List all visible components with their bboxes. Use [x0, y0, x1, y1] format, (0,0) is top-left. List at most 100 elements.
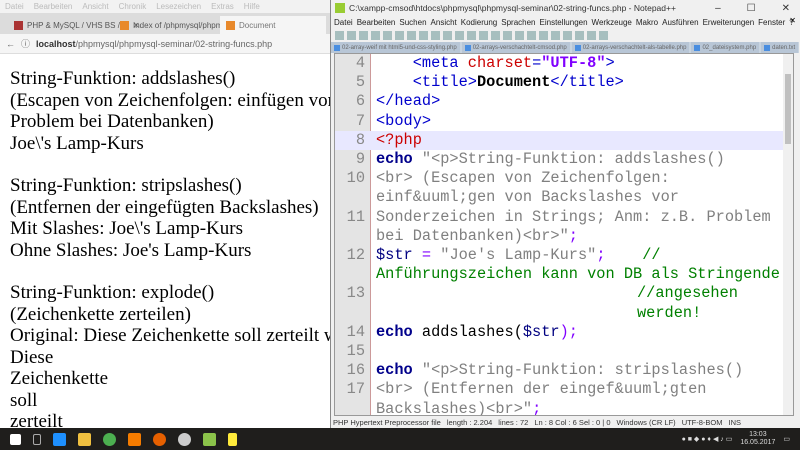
token: //angesehen: [637, 284, 738, 303]
paste-icon[interactable]: [443, 30, 452, 40]
token: <br> (Escapen von Zeichenfolgen:: [376, 169, 670, 188]
close-all-icon[interactable]: [395, 30, 404, 40]
app-icon[interactable]: [178, 432, 191, 446]
minimize-button[interactable]: –: [715, 3, 721, 14]
menu-bearbeiten[interactable]: Bearbeiten: [357, 18, 396, 27]
system-tray: ● ■ ◆ ● ♦ ◀ ♪ ▭ 13:03 16.05.2017 ▭: [682, 431, 800, 447]
doc-tab[interactable]: 02-arrays-verschachtelt-cmsod.php: [461, 42, 570, 53]
sync-icon[interactable]: [527, 30, 536, 40]
redo-icon[interactable]: [467, 30, 476, 40]
xampp-icon[interactable]: [128, 432, 141, 446]
line-number: 9: [355, 150, 365, 168]
play-icon[interactable]: [599, 30, 608, 40]
windows-start-icon[interactable]: [10, 433, 21, 445]
vertical-scrollbar[interactable]: [783, 54, 793, 415]
indent-guide-icon[interactable]: [563, 30, 572, 40]
code-line: 13 //angesehen: [335, 284, 785, 303]
code-line-wrap: Anführungszeichen kann von DB als String…: [335, 265, 785, 284]
token: "<p>String-Funktion: stripslashes(): [412, 361, 744, 380]
info-icon[interactable]: ⓘ: [21, 37, 30, 50]
text-line: Problem bei Datenbanken): [10, 111, 214, 132]
text-line: String-Funktion: stripslashes(): [10, 175, 242, 196]
window-title: C:\xampp-cmsod\htdocs\phpmysql\phpmysql-…: [349, 3, 676, 13]
menu-kodierung[interactable]: Kodierung: [461, 18, 497, 27]
menu-sprachen[interactable]: Sprachen: [501, 18, 535, 27]
zoom-in-icon[interactable]: [503, 30, 512, 40]
code-line: 10 <br> (Escapen von Zeichenfolgen:: [335, 169, 785, 188]
cut-icon[interactable]: [419, 30, 428, 40]
menu-ausfuehren[interactable]: Ausführen: [662, 18, 698, 27]
title-bar: C:\xampp-cmsod\htdocs\phpmysql\phpmysql-…: [331, 0, 800, 16]
undo-icon[interactable]: [455, 30, 464, 40]
doc-tab[interactable]: 02-array-weif mit html5-und-css-styling.…: [331, 42, 460, 53]
code-line: 17 <br> (Entfernen der eingef&uuml;gten: [335, 380, 785, 399]
notepad-plus-plus-icon[interactable]: [203, 432, 216, 446]
menu-ansicht[interactable]: Ansicht: [82, 2, 108, 11]
token: ;: [532, 399, 542, 416]
menu-ansicht[interactable]: Ansicht: [431, 18, 457, 27]
address-bar[interactable]: ← ⓘ localhost/phpmysql/phpmysql-seminar/…: [0, 34, 330, 54]
explorer-icon[interactable]: [78, 432, 91, 446]
url-path: /phpmysql/phpmysql-seminar/02-string-fun…: [75, 38, 273, 49]
menu-chronik[interactable]: Chronik: [119, 2, 147, 11]
clock[interactable]: 13:03 16.05.2017: [740, 431, 775, 447]
record-icon[interactable]: [575, 30, 584, 40]
menu-datei[interactable]: Datei: [5, 2, 24, 11]
open-icon[interactable]: [347, 30, 356, 40]
menu-extras[interactable]: Extras: [211, 2, 234, 11]
help-icon[interactable]: [228, 432, 237, 446]
close-button[interactable]: ✕: [782, 3, 790, 14]
edge-icon[interactable]: [53, 432, 66, 446]
menu-werkzeuge[interactable]: Werkzeuge: [592, 18, 632, 27]
new-icon[interactable]: [335, 30, 344, 40]
line-number: 6: [355, 92, 365, 111]
menu-makro[interactable]: Makro: [636, 18, 658, 27]
wrap-icon[interactable]: [539, 30, 548, 40]
save-all-icon[interactable]: [371, 30, 380, 40]
show-all-icon[interactable]: [551, 30, 560, 40]
tab-index[interactable]: Index of /phpmysql/phpmy:✕: [114, 16, 239, 34]
scrollbar-thumb[interactable]: [785, 74, 791, 144]
print-icon[interactable]: [407, 30, 416, 40]
save-icon[interactable]: [359, 30, 368, 40]
line-number: 4: [355, 54, 365, 72]
menu-einstellungen[interactable]: Einstellungen: [540, 18, 588, 27]
menu-hilfe[interactable]: Hilfe: [244, 2, 260, 11]
line-number: 12: [346, 246, 365, 264]
token: ;: [568, 226, 578, 245]
tab-document[interactable]: Document: [220, 16, 326, 34]
status-length: length : 2.204: [446, 417, 493, 427]
maximize-button[interactable]: ☐: [747, 3, 756, 14]
menu-lesezeichen[interactable]: Lesezeichen: [156, 2, 201, 11]
token: "Joe's Lamp-Kurs": [440, 246, 597, 264]
doc-tab[interactable]: daten.txt: [761, 42, 799, 53]
stop-icon[interactable]: [587, 30, 596, 40]
text-line: String-Funktion: addslashes(): [10, 68, 236, 89]
zoom-out-icon[interactable]: [515, 30, 524, 40]
menu-fenster[interactable]: Fenster: [758, 18, 785, 27]
back-icon[interactable]: ←: [6, 39, 15, 49]
chrome-icon[interactable]: [103, 432, 116, 446]
menu-suchen[interactable]: Suchen: [399, 18, 426, 27]
close-doc-icon[interactable]: ✕: [789, 16, 796, 25]
text-line: (Entfernen der eingefügten Backslashes): [10, 196, 319, 218]
doc-tab[interactable]: 02_dateisystem.php: [691, 42, 760, 53]
notification-icon[interactable]: ▭: [783, 435, 790, 443]
menu-erweiterungen[interactable]: Erweiterungen: [703, 18, 755, 27]
url-text[interactable]: localhost/phpmysql/phpmysql-seminar/02-s…: [36, 39, 272, 49]
code-editor[interactable]: 4 <meta charset="UTF-8"> 5 <title>Docume…: [334, 53, 794, 416]
replace-icon[interactable]: [491, 30, 500, 40]
token: ;: [596, 246, 606, 264]
find-icon[interactable]: [479, 30, 488, 40]
token: Anführungszeichen kann von DB als String…: [376, 265, 780, 284]
tray-icons[interactable]: ● ■ ◆ ● ♦ ◀ ♪ ▭: [682, 435, 733, 443]
doc-tab[interactable]: 02-arrays-verschachtelt-als-tabelle.php: [571, 42, 690, 53]
task-view-icon[interactable]: [33, 433, 41, 445]
menu-datei[interactable]: Datei: [334, 18, 353, 27]
menu-bearbeiten[interactable]: Bearbeiten: [34, 2, 73, 11]
close-icon[interactable]: [383, 30, 392, 40]
copy-icon[interactable]: [431, 30, 440, 40]
status-bar: PHP Hypertext Preprocessor file length :…: [331, 416, 799, 428]
tab-php-mysql[interactable]: PHP & MySQL / VHS BS / 1: ✕: [8, 16, 140, 34]
firefox-icon[interactable]: [153, 432, 166, 446]
